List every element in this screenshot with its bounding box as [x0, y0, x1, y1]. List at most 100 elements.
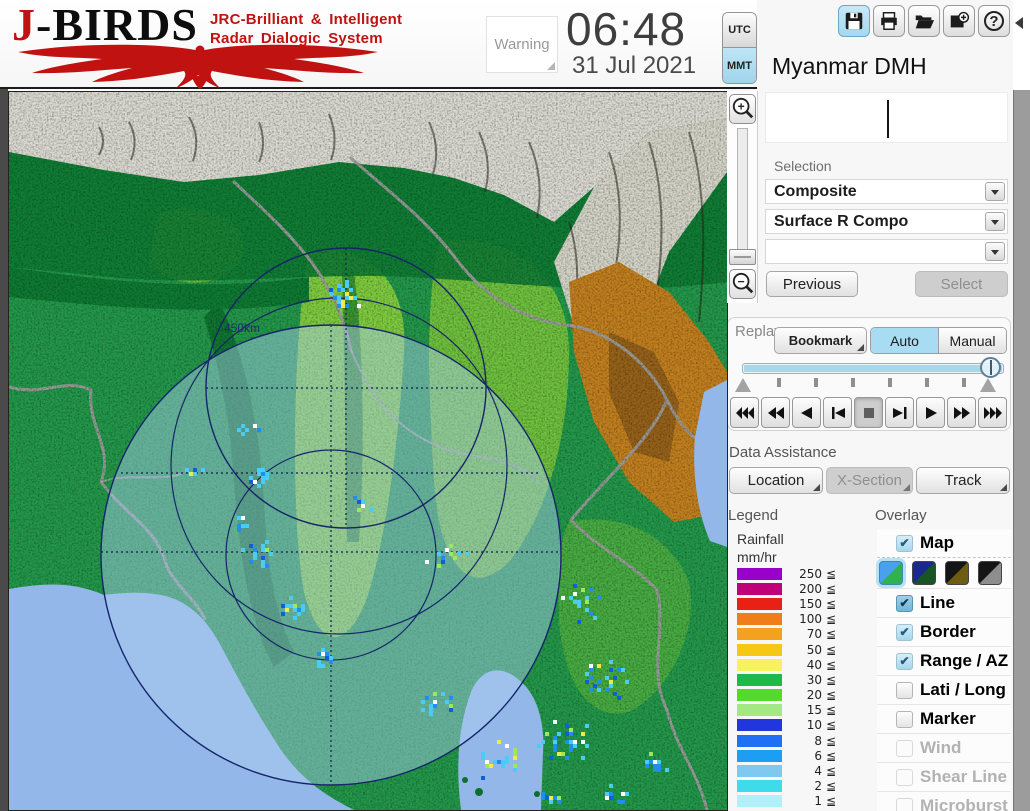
microburst-checkbox	[896, 798, 913, 811]
map-zoom-slider-handle[interactable]	[729, 249, 756, 265]
step-forward-button[interactable]	[885, 397, 914, 428]
legend-lte-symbol: ≦	[826, 627, 836, 641]
legend-row: 70 ≦	[737, 627, 836, 642]
border-checkbox[interactable]: ✔	[896, 624, 913, 641]
status-divider	[887, 100, 889, 138]
legend-lte-symbol: ≦	[826, 688, 836, 702]
step-back-button[interactable]	[823, 397, 852, 428]
composite-dropdown-value: Composite	[766, 180, 1007, 203]
zoom-out-button[interactable]: −	[729, 269, 756, 299]
map-style-swatch[interactable]	[978, 561, 1002, 585]
map-style-swatch[interactable]	[945, 561, 969, 585]
rewind-fast-button[interactable]	[730, 397, 759, 428]
range-ring-label: 450km	[224, 321, 260, 335]
legend-value: 8	[796, 734, 822, 748]
play-reverse-button[interactable]	[792, 397, 821, 428]
overlay-label: Overlay	[875, 507, 927, 524]
slider-start-marker[interactable]	[735, 378, 751, 392]
legend-row: 10 ≦	[737, 718, 836, 733]
radar-map-canvas: 450km	[9, 92, 727, 810]
map-checkbox[interactable]: ✔	[896, 535, 913, 552]
overlay-item-label: Marker	[920, 709, 976, 729]
previous-button[interactable]: Previous	[766, 271, 858, 297]
legend-lte-symbol: ≦	[826, 764, 836, 778]
screen-capture-button[interactable]	[943, 5, 975, 37]
legend-lte-symbol: ≦	[826, 718, 836, 732]
overlay-item-label: Microburst	[920, 796, 1008, 811]
stop-icon	[859, 406, 879, 420]
x-section-button[interactable]: X-Section	[826, 467, 913, 494]
rewind-icon	[766, 406, 786, 420]
legend-color-swatch	[737, 735, 782, 747]
overlay-row-wind: Wind	[877, 734, 1011, 763]
chevron-down-icon[interactable]	[985, 182, 1005, 201]
chevron-down-icon[interactable]	[985, 212, 1005, 231]
overlay-item-label: Shear Line	[920, 767, 1007, 787]
print-button[interactable]	[873, 5, 905, 37]
bookmark-button[interactable]: Bookmark	[774, 327, 867, 354]
legend-row: 150 ≦	[737, 596, 836, 611]
forward-button[interactable]	[947, 397, 976, 428]
map-style-row	[877, 558, 1011, 589]
legend-lte-symbol: ≦	[826, 582, 836, 596]
lati-long-checkbox[interactable]	[896, 682, 913, 699]
stop-button[interactable]	[854, 397, 883, 428]
timezone-toggle: UTC MMT	[722, 12, 757, 84]
auto-mode-button[interactable]: Auto	[871, 328, 938, 353]
marker-checkbox[interactable]	[896, 711, 913, 728]
app-logo-title: J-BIRDS	[12, 2, 198, 48]
legend-value: 50	[796, 643, 822, 657]
rewind-fast-icon	[735, 406, 755, 420]
option-dropdown[interactable]	[765, 239, 1008, 264]
legend-color-swatch	[737, 659, 782, 671]
help-button[interactable]: ?	[978, 5, 1010, 37]
control-panel: ? Myanmar DMH Selection Composite Surfac…	[726, 0, 1013, 811]
forward-fast-button[interactable]	[978, 397, 1007, 428]
legend-scale: 250 ≦ 200 ≦ 150 ≦ 100 ≦ 70 ≦ 50 ≦ 40 ≦ 3…	[737, 566, 836, 809]
manual-mode-button[interactable]: Manual	[938, 328, 1006, 353]
chevron-down-icon[interactable]	[985, 242, 1005, 261]
wind-checkbox	[896, 740, 913, 757]
screen-capture-icon	[948, 10, 970, 32]
zoom-out-icon: −	[731, 272, 755, 296]
legend-value: 40	[796, 658, 822, 672]
open-folder-button[interactable]	[908, 5, 940, 37]
slider-tick	[777, 378, 781, 387]
collapse-panel-arrow[interactable]	[1015, 17, 1023, 29]
legend-color-swatch	[737, 795, 782, 807]
warning-button[interactable]: Warning	[486, 16, 558, 73]
overlay-item-label: Lati / Long	[920, 680, 1006, 700]
product-dropdown[interactable]: Surface R Compo	[765, 209, 1008, 234]
radar-map[interactable]: 450km	[8, 91, 728, 811]
select-button[interactable]: Select	[915, 271, 1008, 297]
rewind-button[interactable]	[761, 397, 790, 428]
track-button[interactable]: Track	[916, 467, 1010, 494]
mmt-button[interactable]: MMT	[723, 48, 756, 83]
line-checkbox[interactable]: ✔	[896, 595, 913, 612]
slider-end-marker[interactable]	[980, 378, 996, 392]
map-zoom-slider-track[interactable]	[737, 128, 748, 256]
panel-scrollbar[interactable]	[1013, 90, 1030, 811]
location-button[interactable]: Location	[729, 467, 823, 494]
legend-unit: mm/hr	[737, 549, 777, 565]
replay-slider-handle[interactable]	[980, 357, 1001, 378]
range-az-checkbox[interactable]: ✔	[896, 653, 913, 670]
map-style-swatch[interactable]	[912, 561, 936, 585]
legend-lte-symbol: ≦	[826, 643, 836, 657]
legend-lte-symbol: ≦	[826, 779, 836, 793]
legend-value: 6	[796, 749, 822, 763]
composite-dropdown[interactable]: Composite	[765, 179, 1008, 204]
legend-lte-symbol: ≦	[826, 612, 836, 626]
legend-value: 200	[796, 582, 822, 596]
station-name: Myanmar DMH	[772, 53, 927, 80]
save-button[interactable]	[838, 5, 870, 37]
replay-slider-track[interactable]	[742, 363, 1004, 374]
play-button[interactable]	[916, 397, 945, 428]
legend-color-swatch	[737, 704, 782, 716]
legend-unit-title: Rainfall	[737, 531, 784, 547]
zoom-in-button[interactable]: +	[729, 94, 756, 124]
legend-row: 20 ≦	[737, 688, 836, 703]
map-style-swatch[interactable]	[879, 561, 903, 585]
utc-button[interactable]: UTC	[723, 13, 756, 48]
legend-lte-symbol: ≦	[826, 658, 836, 672]
